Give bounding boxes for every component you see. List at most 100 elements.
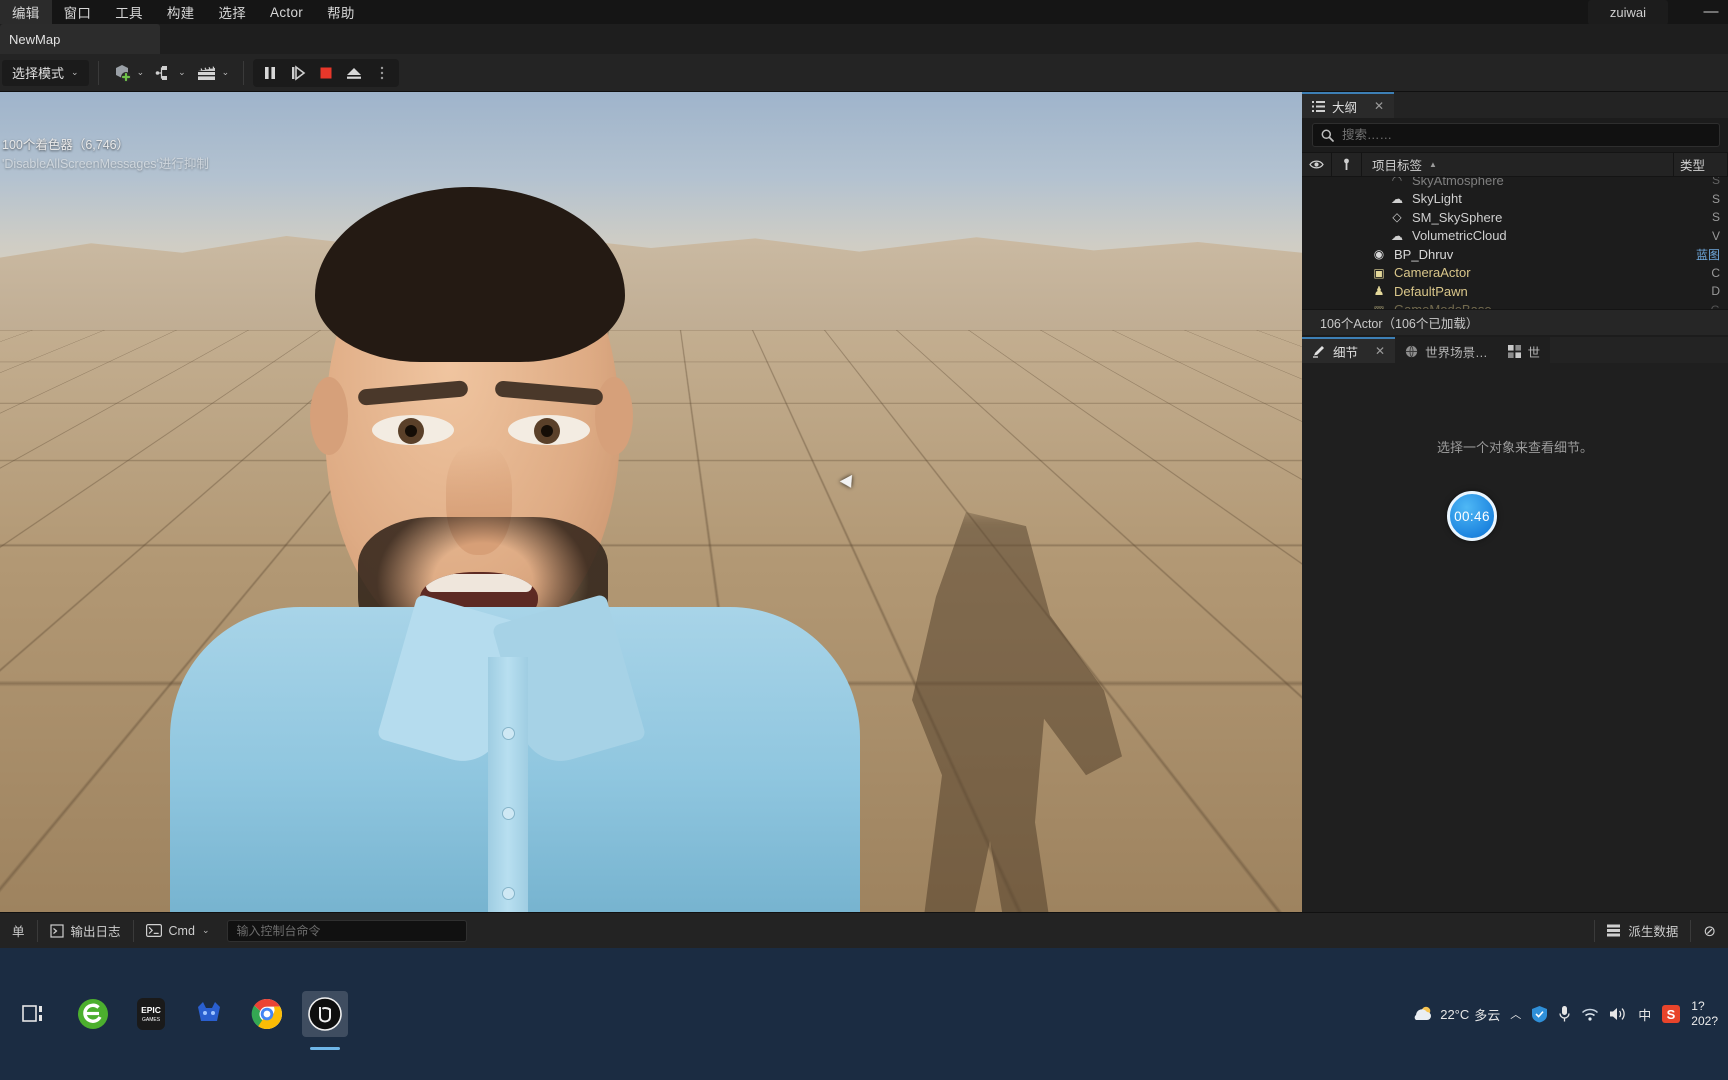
list-item-type: G [1711,303,1720,309]
volume-icon[interactable] [1609,1006,1628,1022]
svg-text:EPIC: EPIC [141,1005,161,1015]
outliner-search-box[interactable] [1312,123,1720,147]
tab-world-partition[interactable]: 世 [1497,337,1551,363]
ime-icon[interactable]: 中 [1638,1005,1651,1024]
shirt-button [502,887,515,900]
gamemode-icon: ▩ [1370,303,1388,309]
menu-item-window[interactable]: 窗口 [52,0,104,25]
output-log-label: 输出日志 [70,925,121,939]
task-view-icon[interactable] [12,991,58,1037]
frame-advance-button[interactable] [285,60,311,86]
viewport-suppress-message: 'DisableAllScreenMessages'进行抑制 [2,157,209,171]
chrome-icon[interactable] [244,991,290,1037]
sogou-icon[interactable]: S [1661,1004,1681,1024]
browser-e-icon[interactable] [70,991,116,1037]
weather-temperature: 22°C [1440,1006,1470,1022]
tab-newmap-label: NewMap [9,31,61,47]
list-item[interactable]: ☁ SkyLight S [1302,190,1728,209]
recording-timer-badge: 00:46 [1447,491,1497,541]
outliner-tree[interactable]: ◠ SkyAtmosphere S ☁ SkyLight S ◇ SM_SkyS… [1302,177,1728,309]
content-drawer-button[interactable]: 单 [0,913,37,948]
close-icon[interactable]: ✕ [1375,344,1385,358]
list-item[interactable]: ▣ CameraActor C [1302,264,1728,283]
right-panel: 大纲 ✕ 搜索…… 项目标签 ▲ 类型 ◠ SkyAtmosphere S ☁ … [1302,92,1728,975]
list-item[interactable]: ◇ SM_SkySphere S [1302,208,1728,227]
shirt-button [502,807,515,820]
console-command-input[interactable] [236,923,459,938]
tab-outliner[interactable]: 大纲 ✕ [1302,92,1395,118]
column-type[interactable]: 类型 [1674,153,1728,176]
tab-details[interactable]: 细节 ✕ [1302,337,1396,363]
play-options-button[interactable] [369,60,395,86]
console-command-box[interactable] [227,919,468,942]
column-pin[interactable] [1332,153,1362,176]
blue-app-icon[interactable] [186,991,232,1037]
output-log-icon [49,923,64,938]
column-visibility[interactable] [1302,153,1332,176]
pause-button[interactable] [257,60,283,86]
tab-world-settings[interactable]: 世界场景… [1395,337,1498,363]
blueprint-icon [154,63,174,83]
tab-newmap[interactable]: NewMap [0,24,160,54]
taskbar-clock[interactable]: 1? 202? [1691,999,1718,1029]
list-item[interactable]: ☁ VolumetricCloud V [1302,227,1728,246]
list-item-label: VolumetricCloud [1412,228,1507,244]
source-control-status[interactable]: ⊘ [1691,913,1728,948]
menu-item-build[interactable]: 构建 [155,0,207,25]
weather-widget[interactable]: 22°C 多云 [1411,1005,1500,1024]
epic-games-icon[interactable]: EPIC GAMES [128,991,174,1037]
list-item-label: SkyLight [1412,191,1462,207]
character-eye-right [508,415,590,445]
list-item-type: S [1711,210,1720,225]
add-actor-button[interactable]: ⌄ [108,59,150,87]
cmd-dropdown[interactable]: Cmd ⌄ [134,913,222,948]
clock-date: 202? [1691,1014,1718,1028]
chevron-up-icon[interactable]: ︿ [1510,1006,1521,1022]
play-controls-group [253,58,400,87]
select-mode-dropdown[interactable]: 选择模式 ⌄ [2,59,89,86]
column-label-text: 项目标签 [1372,159,1423,173]
close-icon[interactable]: ✕ [1374,99,1384,113]
svg-text:GAMES: GAMES [142,1017,161,1023]
menu-item-actor[interactable]: Actor [258,2,315,23]
shield-icon[interactable] [1531,1005,1548,1023]
list-item-type: V [1711,228,1720,243]
windows-taskbar: EPIC GAMES 22°C 多云 ︿ 中 S 1? 202? [0,948,1728,1080]
cinematics-button[interactable]: ⌄ [191,59,235,87]
microphone-icon[interactable] [1558,1005,1571,1023]
list-item[interactable]: ◉ BP_Dhruv 蓝图 [1302,245,1728,264]
list-item[interactable]: ▩ GameModeBase G [1302,301,1728,309]
menu-item-edit[interactable]: 编辑 [0,0,52,25]
tab-world-partition-label: 世 [1527,345,1541,360]
list-item[interactable]: ♟ DefaultPawn D [1302,282,1728,301]
pencil-icon [1312,344,1326,358]
menu-item-select[interactable]: 选择 [206,0,258,25]
level-tab-strip: NewMap [0,24,1728,54]
user-account-chip[interactable]: zuiwai [1587,0,1668,25]
blueprints-button[interactable]: ⌄ [149,59,191,87]
outliner-search-input[interactable] [1342,128,1711,142]
shirt-button [502,727,515,740]
unreal-engine-icon[interactable] [302,991,348,1050]
list-item-label: CameraActor [1394,265,1471,281]
cube-plus-icon [113,63,133,83]
menu-item-help[interactable]: 帮助 [315,0,367,25]
menu-item-tools[interactable]: 工具 [103,0,155,25]
window-minimize-button[interactable]: — [1694,0,1728,24]
eject-button[interactable] [341,60,367,86]
list-item-type: C [1711,265,1720,280]
column-item-label[interactable]: 项目标签 ▲ [1362,153,1674,176]
output-log-button[interactable]: 输出日志 [38,913,133,948]
clock-time: 1? [1691,999,1705,1013]
stop-button[interactable] [313,60,339,86]
globe-icon [1405,345,1418,358]
derived-data-button[interactable]: 派生数据 [1595,913,1690,948]
derived-data-icon [1607,924,1621,937]
cloud-sun-icon [1411,1005,1435,1023]
list-item[interactable]: ◠ SkyAtmosphere S [1302,177,1728,190]
svg-text:S: S [1667,1007,1676,1022]
level-viewport[interactable]: 100个着色器（6,746） 'DisableAllScreenMessages… [0,92,1302,912]
wifi-icon[interactable] [1581,1007,1599,1022]
character-hair [315,187,625,362]
blueprint-icon: ◉ [1373,247,1385,262]
